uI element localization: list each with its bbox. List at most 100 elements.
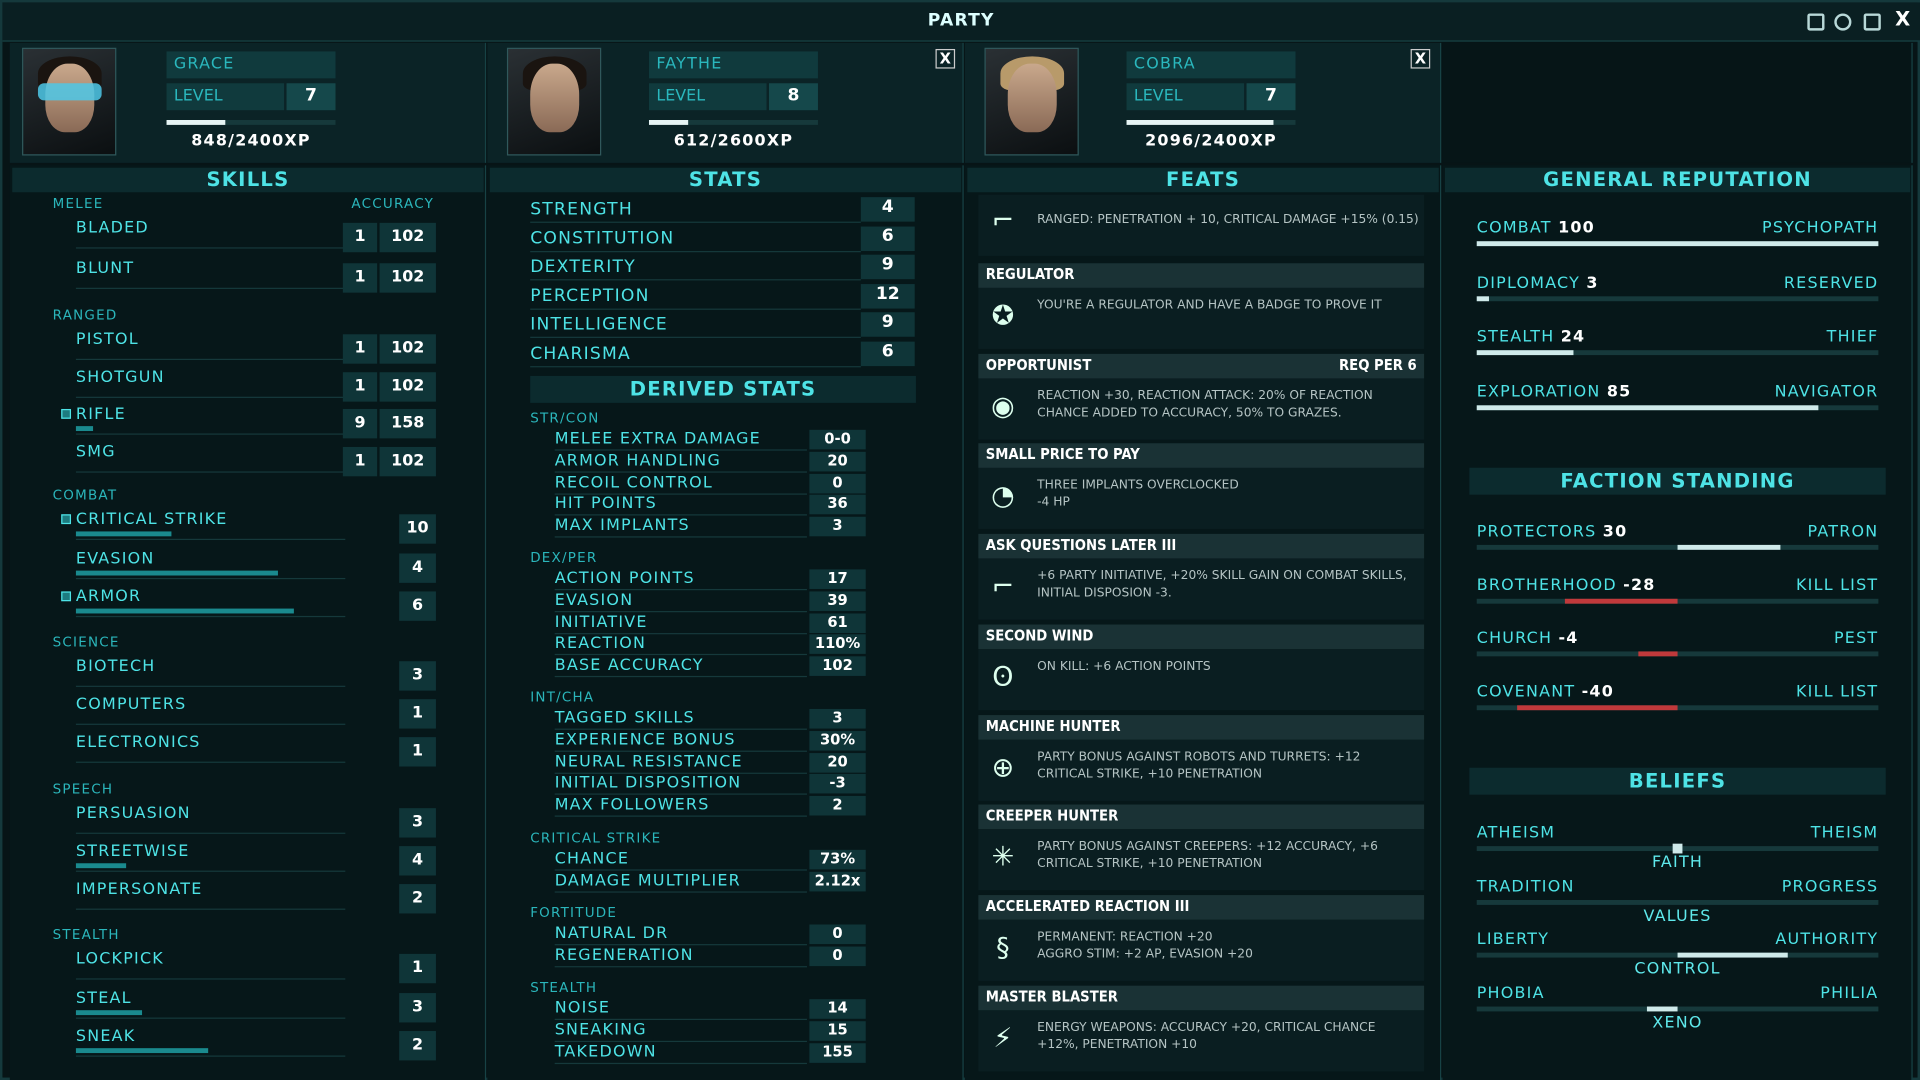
rifle-icon: ⌐ — [991, 205, 1015, 237]
derived-divider — [554, 471, 807, 473]
xp-bar — [166, 120, 336, 125]
skill-row[interactable]: BLUNT 1 102 — [73, 258, 438, 293]
party-member-faythe[interactable]: FAYTHE LEVEL 8 612/2600XP X — [487, 42, 964, 163]
derived-stat-row: DAMAGE MULTIPLIER 2.12x — [554, 871, 866, 893]
portrait-cobra[interactable] — [984, 47, 1079, 156]
belief-row: TRADITION PROGRESS VALUES — [1476, 877, 1879, 928]
portrait-faythe[interactable] — [506, 47, 602, 156]
feat-card[interactable]: MASTER BLASTER ⚡ ENERGY WEAPONS: ACCURACY … — [978, 985, 1425, 1071]
skill-row[interactable]: CRITICAL STRIKE 10 — [61, 509, 438, 544]
stat-name: STRENGTH — [530, 199, 633, 220]
skill-row[interactable]: BLADED 1 102 — [73, 218, 438, 253]
feat-card[interactable]: ACCELERATED REACTION III § PERMANENT: REAC… — [978, 894, 1425, 981]
window-close-button[interactable]: X — [1895, 7, 1910, 30]
belief-left-label: TRADITION — [1476, 877, 1575, 896]
belief-bar — [1476, 843, 1879, 854]
party-member-grace[interactable]: GRACE LEVEL 7 848/2400XP — [9, 42, 487, 163]
derived-divider — [554, 750, 807, 752]
feat-card[interactable]: CREEPER HUNTER ✳ PARTY BONUS AGAINST CREEP… — [978, 804, 1425, 891]
lungs-icon: ʘ — [992, 662, 1014, 693]
skill-row[interactable]: IMPERSONATE 2 — [73, 879, 438, 914]
skill-row[interactable]: RIFLE 9 158 — [61, 404, 438, 439]
derived-divider — [554, 965, 807, 968]
xp-bar — [1126, 120, 1296, 125]
skill-value: 1 — [342, 222, 378, 253]
skill-row[interactable]: LOCKPICK 1 — [73, 949, 438, 984]
derived-group-label: INT/CHA — [530, 689, 595, 706]
derived-group-label: DEX/PER — [530, 549, 598, 566]
skill-divider — [75, 615, 346, 618]
feat-card[interactable]: ASK QUESTIONS LATER III ⌐ +6 PARTY INITIAT… — [978, 533, 1425, 620]
belief-right-label: THEISM — [1810, 824, 1879, 843]
reputation-bar — [1476, 404, 1879, 410]
stat-row: DEXTERITY 9 — [530, 254, 916, 282]
reputation-bar — [1476, 350, 1879, 356]
derived-divider — [554, 1040, 807, 1042]
dismiss-member-button[interactable]: X — [935, 48, 956, 69]
belief-left-label: LIBERTY — [1476, 930, 1550, 949]
skill-value: 6 — [399, 591, 436, 621]
derived-stat-name: NOISE — [554, 999, 611, 1018]
feat-card[interactable]: REGULATOR ✪ YOU'RE A REGULATOR AND HAVE A … — [978, 263, 1425, 349]
skill-row[interactable]: STREETWISE 4 — [73, 841, 438, 876]
stat-value: 6 — [860, 341, 915, 367]
skill-row[interactable]: EVASION 4 — [73, 548, 438, 583]
skill-accuracy: 102 — [379, 263, 436, 293]
derived-stat-value: -3 — [809, 774, 866, 794]
skill-row[interactable]: SMG 1 102 — [73, 441, 438, 476]
gauge-icon: ◔ — [991, 481, 1015, 513]
journal-icon[interactable] — [1807, 13, 1825, 31]
skill-name: RIFLE — [75, 405, 126, 424]
party-window: PARTY X GRACE LEVEL 7 848/2400XP FAYTHE … — [0, 0, 1920, 1080]
level-value: 7 — [1246, 83, 1296, 111]
skill-row[interactable]: PISTOL 1 102 — [73, 329, 438, 364]
derived-stat-name: EXPERIENCE BONUS — [554, 730, 736, 750]
skill-row[interactable]: BIOTECH 3 — [73, 656, 438, 691]
derived-stat-name: HIT POINTS — [554, 495, 657, 514]
skill-row[interactable]: ELECTRONICS 1 — [73, 732, 438, 767]
category-combat: COMBAT — [52, 487, 118, 504]
skill-row[interactable]: COMPUTERS 1 — [73, 694, 438, 729]
derived-divider — [554, 610, 807, 612]
derived-stat-name: NATURAL DR — [554, 924, 669, 943]
feat-title: MASTER BLASTER — [985, 987, 1118, 1005]
faction-bar — [1476, 651, 1879, 657]
feats-list: ⌐ RANGED: PENETRATION + 10, CRITICAL DAMA… — [965, 192, 1441, 1080]
dismiss-member-button[interactable]: X — [1410, 48, 1431, 69]
category-science: SCIENCE — [52, 634, 120, 651]
skill-row[interactable]: SNEAK 2 — [73, 1026, 438, 1061]
reputation-value: 24 — [1560, 328, 1586, 347]
skill-accuracy: 102 — [379, 446, 436, 476]
faction-name: PROTECTORS 30 — [1477, 523, 1628, 541]
monitor-icon[interactable] — [1863, 13, 1881, 31]
empty-party-slot[interactable] — [1442, 42, 1913, 163]
derived-stat-value: 2.12x — [809, 871, 866, 892]
derived-divider — [554, 654, 807, 656]
skill-progress-bar — [75, 531, 172, 537]
reputation-name: EXPLORATION 85 — [1477, 383, 1632, 401]
feat-description: ENERGY WEAPONS: ACCURACY +20, CRITICAL C… — [1037, 1020, 1376, 1052]
skill-row[interactable]: STEAL 3 — [73, 988, 438, 1022]
feat-card[interactable]: OPPORTUNIST REQ PER 6 ◉ REACTION +30, REACT… — [978, 353, 1425, 440]
skill-name: ARMOR — [75, 587, 142, 607]
reputation-bar-fill — [1476, 241, 1879, 247]
belief-bar-fill — [1677, 952, 1788, 958]
feat-card[interactable]: SMALL PRICE TO PAY ◔ THREE IMPLANTS OVERCL… — [978, 443, 1425, 530]
reputation-header: GENERAL REPUTATION — [1444, 167, 1911, 193]
derived-stat-name: REACTION — [554, 634, 647, 654]
brain-icon[interactable] — [1834, 13, 1852, 31]
skill-row[interactable]: SHOTGUN 1 102 — [73, 367, 438, 402]
skill-row[interactable]: PERSUASION 3 — [73, 803, 438, 838]
portrait-grace[interactable] — [22, 47, 117, 156]
feat-card[interactable]: MACHINE HUNTER ⊕ PARTY BONUS AGAINST ROBOT… — [978, 714, 1425, 801]
derived-divider — [554, 891, 807, 893]
feat-card[interactable]: SECOND WIND ʘ ON KILL: +6 ACTION POINTS — [978, 624, 1425, 710]
skill-row[interactable]: ARMOR 6 — [61, 587, 438, 621]
skill-divider — [75, 433, 346, 435]
party-member-cobra[interactable]: COBRA LEVEL 7 2096/2400XP X — [964, 42, 1442, 163]
stat-row: INTELLIGENCE 9 — [530, 312, 916, 340]
feat-card[interactable]: ⌐ RANGED: PENETRATION + 10, CRITICAL DAMA… — [978, 194, 1425, 256]
skill-value: 9 — [342, 408, 378, 439]
creeper-target-icon: ✳ — [991, 842, 1015, 874]
feat-title: SECOND WIND — [985, 626, 1094, 644]
